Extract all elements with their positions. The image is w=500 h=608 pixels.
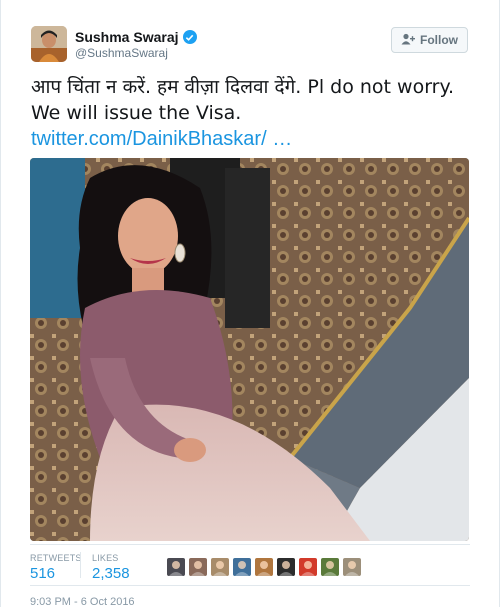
likes-count[interactable]: 2,358: [92, 565, 130, 582]
liker-avatar-9[interactable]: [343, 558, 361, 576]
tweet-link[interactable]: twitter.com/DainikBhaskar/ …: [31, 126, 292, 152]
user-name-row[interactable]: Sushma Swaraj: [75, 29, 197, 45]
liker-avatar-6[interactable]: [277, 558, 295, 576]
liker-avatar-7[interactable]: [299, 558, 317, 576]
likes-label: LIKES: [92, 553, 119, 563]
stats-divider-bottom: [30, 585, 470, 586]
tweet-card: Sushma Swaraj @SushmaSwaraj Follow आप चि…: [0, 0, 500, 608]
liker-avatar-4[interactable]: [233, 558, 251, 576]
retweets-label: RETWEETS: [30, 553, 82, 563]
follow-button-label: Follow: [420, 33, 458, 47]
user-handle[interactable]: @SushmaSwaraj: [75, 46, 168, 60]
stats-divider-top: [30, 544, 470, 545]
stats-separator: [80, 552, 81, 578]
liker-avatars: [167, 558, 361, 576]
liker-avatar-3[interactable]: [211, 558, 229, 576]
user-name[interactable]: Sushma Swaraj: [75, 29, 179, 45]
card-border-left: [0, 0, 1, 607]
retweets-count[interactable]: 516: [30, 565, 55, 582]
tweet-timestamp[interactable]: 9:03 PM - 6 Oct 2016: [30, 596, 135, 608]
add-person-icon: [401, 33, 415, 48]
liker-avatar-1[interactable]: [167, 558, 185, 576]
avatar[interactable]: [31, 26, 67, 62]
liker-avatar-8[interactable]: [321, 558, 339, 576]
tweet-photo[interactable]: [30, 158, 469, 541]
liker-avatar-5[interactable]: [255, 558, 273, 576]
follow-button[interactable]: Follow: [391, 27, 468, 53]
verified-badge-icon: [182, 30, 197, 44]
liker-avatar-2[interactable]: [189, 558, 207, 576]
tweet-text: आप चिंता न करें. हम वीज़ा दिलवा देंगे. P…: [31, 76, 455, 124]
